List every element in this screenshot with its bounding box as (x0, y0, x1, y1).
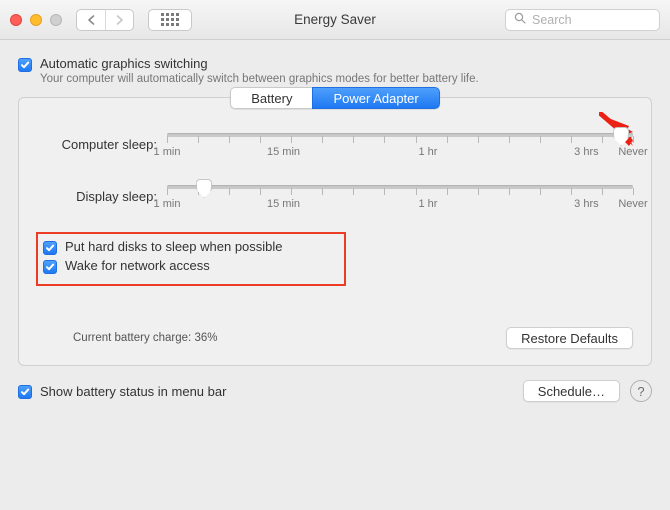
status-row: Current battery charge: 36% Restore Defa… (37, 327, 633, 349)
auto-graphics-label: Automatic graphics switching (40, 56, 208, 71)
settings-pane: Battery Power Adapter Computer sleep: 1 … (18, 97, 652, 366)
help-icon: ? (637, 384, 644, 399)
options-group: Put hard disks to sleep when possible Wa… (37, 233, 633, 279)
computer-sleep-label: Computer sleep: (37, 137, 157, 152)
bottom-row: Show battery status in menu bar Schedule… (18, 380, 652, 402)
window-title: Energy Saver (0, 12, 670, 27)
hard-disks-label: Put hard disks to sleep when possible (65, 239, 283, 254)
show-battery-status-checkbox[interactable] (18, 385, 32, 399)
wake-network-checkbox-row[interactable]: Wake for network access (43, 258, 627, 273)
tabs: Battery Power Adapter (37, 87, 633, 109)
wake-network-checkbox[interactable] (43, 260, 57, 274)
computer-sleep-thumb[interactable] (613, 127, 629, 146)
titlebar: Energy Saver (0, 0, 670, 40)
window-body: Automatic graphics switching Your comput… (0, 40, 670, 510)
battery-charge-status: Current battery charge: 36% (37, 332, 217, 344)
help-button[interactable]: ? (630, 380, 652, 402)
computer-sleep-row: Computer sleep: 1 min15 min1 hr3 hrsNeve… (37, 127, 633, 161)
auto-graphics-checkbox-row[interactable]: Automatic graphics switching (18, 56, 652, 71)
show-battery-status-row[interactable]: Show battery status in menu bar (18, 384, 226, 399)
wake-network-label: Wake for network access (65, 258, 210, 273)
display-sleep-row: Display sleep: 1 min15 min1 hr3 hrsNever (37, 179, 633, 213)
restore-defaults-button[interactable]: Restore Defaults (506, 327, 633, 349)
show-battery-status-label: Show battery status in menu bar (40, 384, 226, 399)
display-sleep-slider[interactable]: 1 min15 min1 hr3 hrsNever (167, 179, 633, 213)
display-sleep-label: Display sleep: (37, 189, 157, 204)
tab-power-adapter[interactable]: Power Adapter (312, 87, 439, 109)
display-sleep-thumb[interactable] (196, 179, 212, 198)
hard-disks-checkbox[interactable] (43, 241, 57, 255)
schedule-button[interactable]: Schedule… (523, 380, 620, 402)
computer-sleep-slider[interactable]: 1 min15 min1 hr3 hrsNever (167, 127, 633, 161)
tab-battery[interactable]: Battery (230, 87, 312, 109)
auto-graphics-checkbox[interactable] (18, 58, 32, 72)
auto-graphics-subtext: Your computer will automatically switch … (40, 73, 652, 85)
hard-disks-checkbox-row[interactable]: Put hard disks to sleep when possible (43, 239, 627, 254)
